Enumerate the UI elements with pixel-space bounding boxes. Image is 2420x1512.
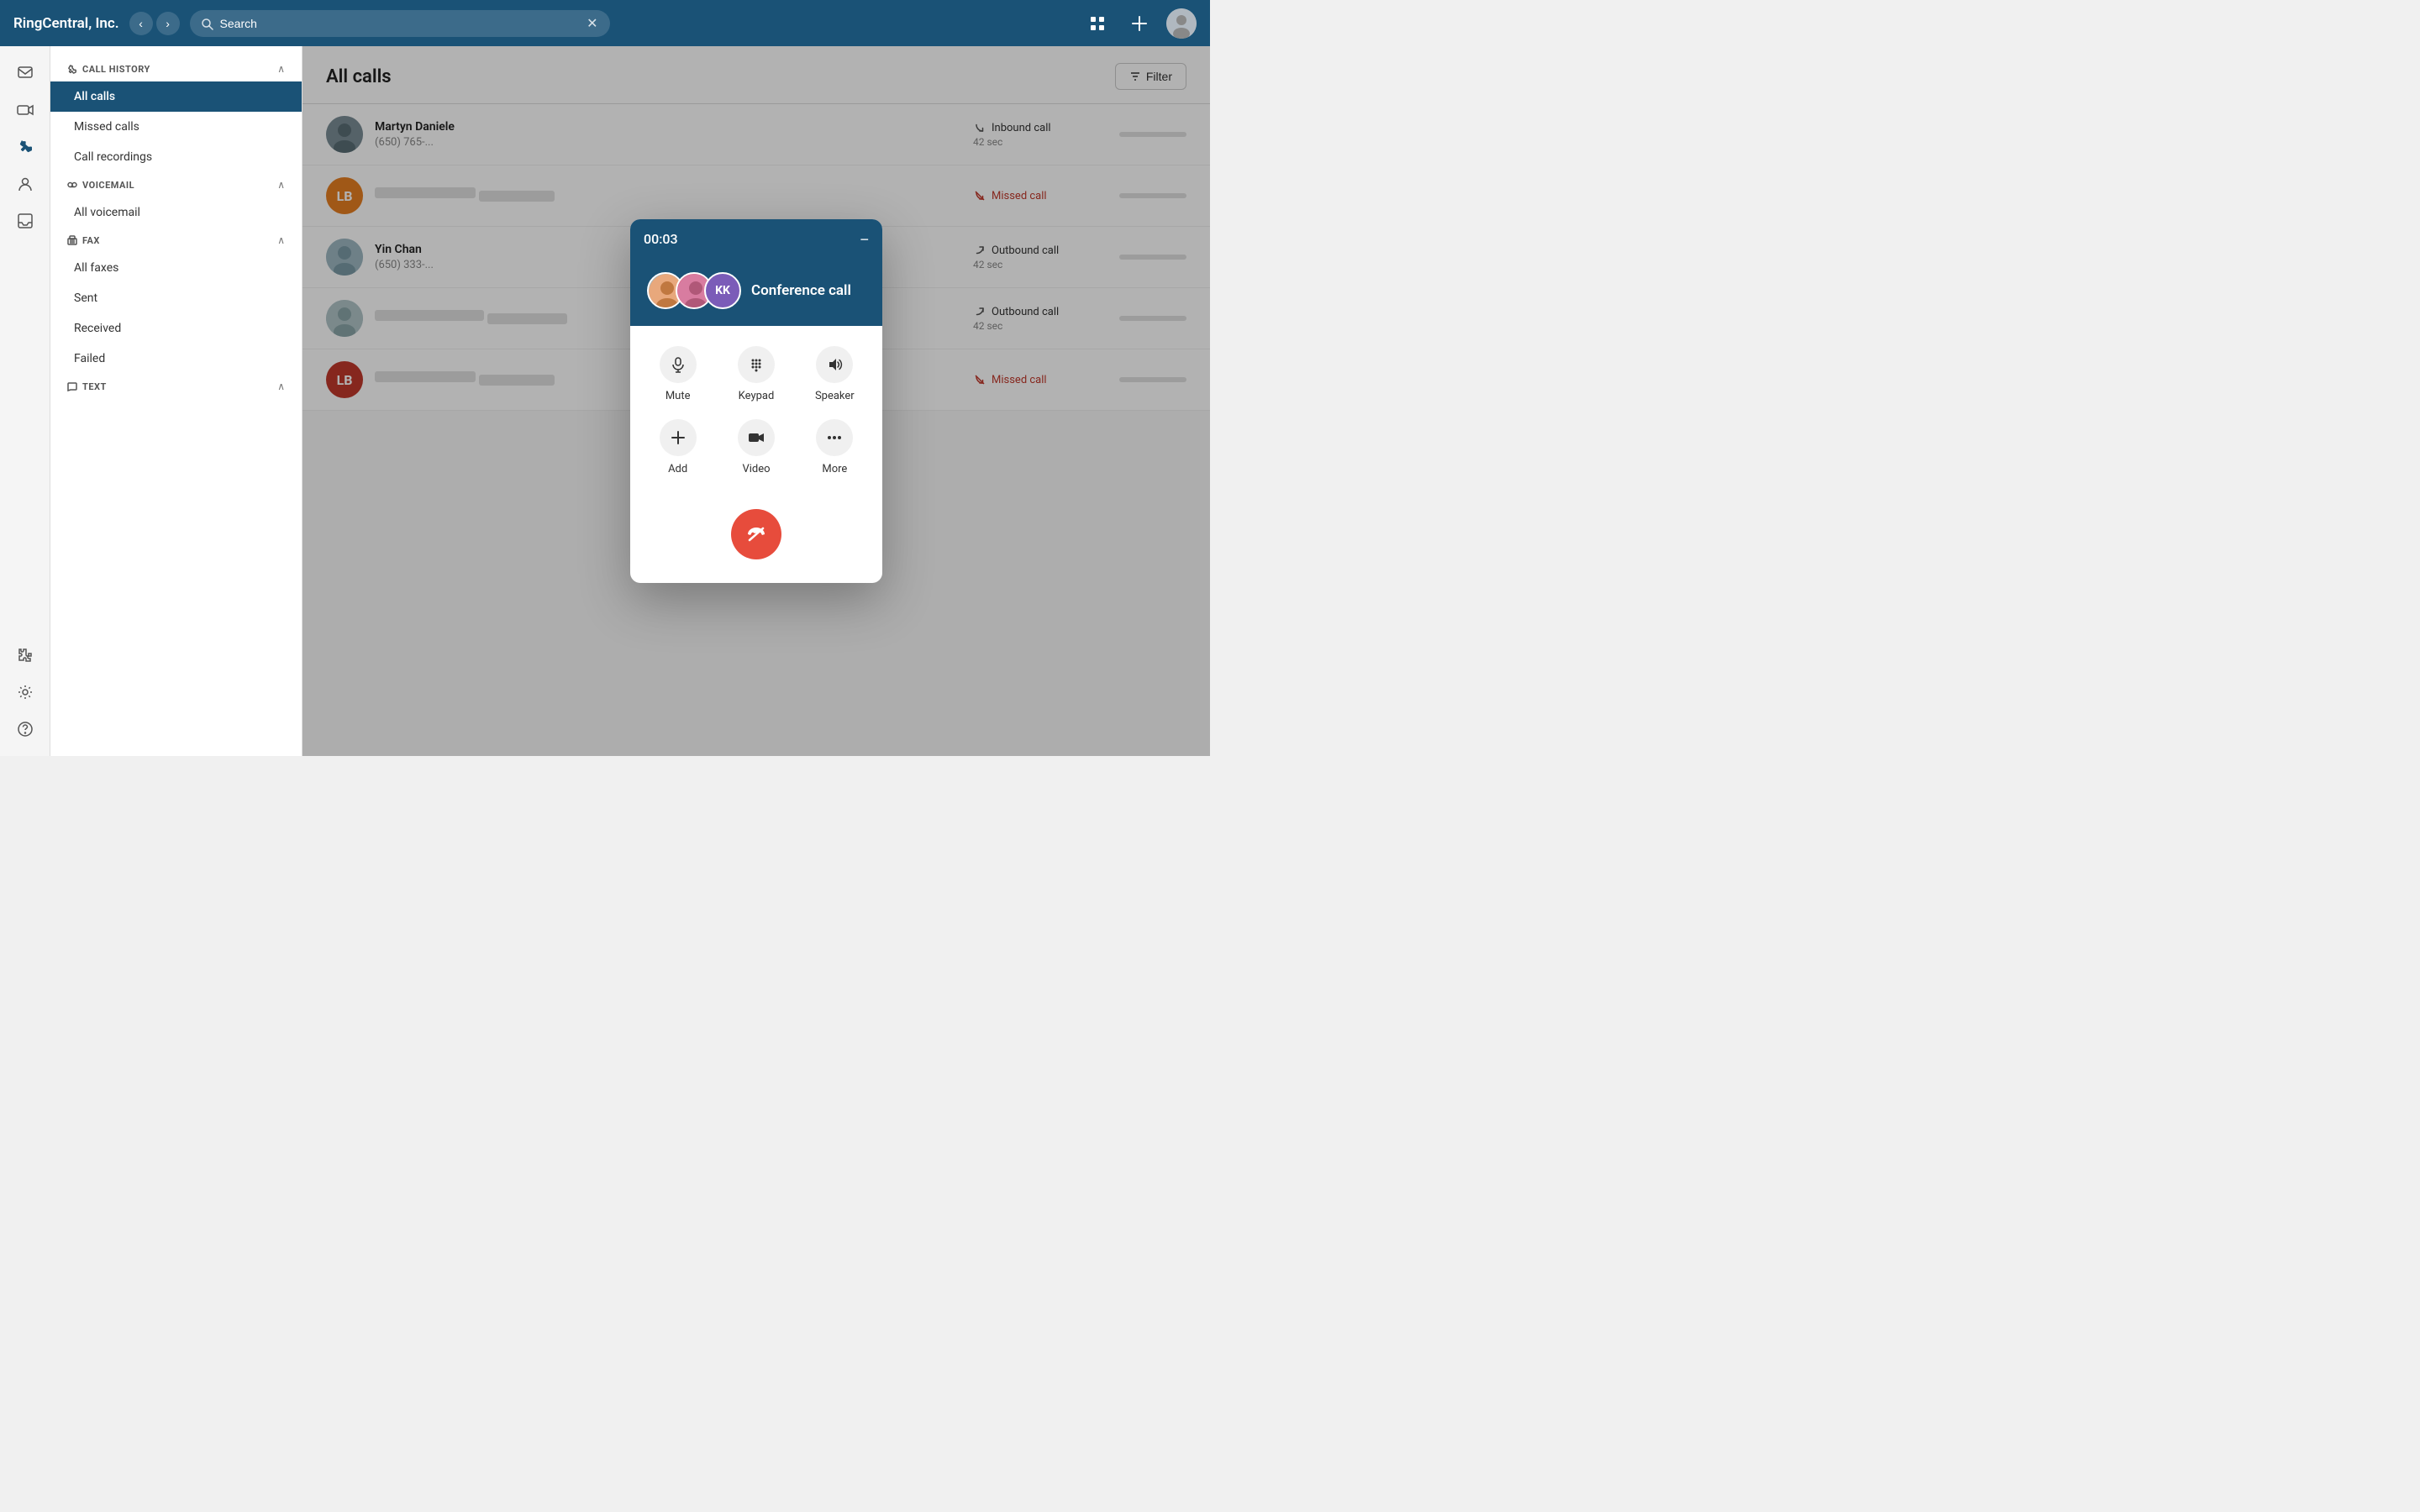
nav-item-missed-calls[interactable]: Missed calls bbox=[50, 112, 302, 142]
nav-item-failed[interactable]: Failed bbox=[50, 344, 302, 374]
user-avatar[interactable] bbox=[1166, 8, 1197, 39]
mic-icon bbox=[660, 346, 697, 383]
more-label: More bbox=[822, 463, 847, 475]
voicemail-toggle: ∧ bbox=[277, 179, 285, 191]
nav-item-all-calls[interactable]: All calls bbox=[50, 81, 302, 112]
sidebar-messages-icon[interactable] bbox=[8, 56, 42, 90]
nav-item-all-voicemail[interactable]: All voicemail bbox=[50, 197, 302, 228]
forward-button[interactable]: › bbox=[156, 12, 180, 35]
modal-overlay: 00:03 − bbox=[302, 46, 1210, 756]
mute-label: Mute bbox=[666, 390, 691, 402]
text-toggle: ∧ bbox=[277, 381, 285, 392]
nav-item-all-faxes[interactable]: All faxes bbox=[50, 253, 302, 283]
grid-icon-button[interactable] bbox=[1082, 8, 1113, 39]
fax-title: FAX bbox=[67, 235, 100, 246]
participant-avatars: KK bbox=[647, 272, 741, 309]
modal-header: 00:03 − bbox=[630, 219, 882, 259]
search-bar: ✕ bbox=[190, 10, 610, 37]
text-section-header[interactable]: TEXT ∧ bbox=[50, 374, 302, 399]
video-button[interactable]: Video bbox=[725, 419, 786, 475]
call-controls: Mute bbox=[630, 326, 882, 496]
call-participants: KK Conference call bbox=[630, 259, 882, 326]
main-content: All calls Filter Martyn Da bbox=[302, 46, 1210, 756]
minimize-button[interactable]: − bbox=[860, 232, 869, 247]
video-icon bbox=[738, 419, 775, 456]
nav-item-sent[interactable]: Sent bbox=[50, 283, 302, 313]
search-icon bbox=[202, 15, 213, 31]
speaker-icon bbox=[816, 346, 853, 383]
mute-button[interactable]: Mute bbox=[647, 346, 708, 402]
sidebar-inbox-icon[interactable] bbox=[8, 204, 42, 238]
main-layout: CALL HISTORY ∧ All calls Missed calls Ca… bbox=[0, 46, 1210, 756]
more-button[interactable]: More bbox=[804, 419, 865, 475]
voicemail-title: VOICEMAIL bbox=[67, 180, 134, 191]
left-panel: CALL HISTORY ∧ All calls Missed calls Ca… bbox=[50, 46, 302, 756]
call-history-toggle: ∧ bbox=[277, 63, 285, 75]
text-title: TEXT bbox=[67, 381, 107, 392]
topbar: RingCentral, Inc. ‹ › ✕ bbox=[0, 0, 1210, 46]
nav-buttons: ‹ › bbox=[129, 12, 180, 35]
add-icon bbox=[660, 419, 697, 456]
call-history-title: CALL HISTORY bbox=[67, 64, 150, 75]
speaker-button[interactable]: Speaker bbox=[804, 346, 865, 402]
add-label: Add bbox=[668, 463, 687, 475]
end-call-section bbox=[630, 496, 882, 583]
speaker-label: Speaker bbox=[815, 390, 855, 402]
keypad-icon bbox=[738, 346, 775, 383]
fax-section-header[interactable]: FAX ∧ bbox=[50, 228, 302, 253]
sidebar-contacts-icon[interactable] bbox=[8, 167, 42, 201]
topbar-right bbox=[1082, 8, 1197, 39]
icon-sidebar-bottom bbox=[8, 638, 42, 746]
participant-avatar-3: KK bbox=[704, 272, 741, 309]
video-label: Video bbox=[742, 463, 770, 475]
keypad-button[interactable]: Keypad bbox=[725, 346, 786, 402]
sidebar-video-icon[interactable] bbox=[8, 93, 42, 127]
search-input[interactable] bbox=[220, 17, 581, 30]
add-button[interactable] bbox=[1124, 8, 1155, 39]
icon-sidebar bbox=[0, 46, 50, 756]
more-icon bbox=[816, 419, 853, 456]
add-call-button[interactable]: Add bbox=[647, 419, 708, 475]
fax-toggle: ∧ bbox=[277, 234, 285, 246]
voicemail-section-header[interactable]: VOICEMAIL ∧ bbox=[50, 172, 302, 197]
back-button[interactable]: ‹ bbox=[129, 12, 153, 35]
sidebar-settings-icon[interactable] bbox=[8, 675, 42, 709]
app-logo: RingCentral, Inc. bbox=[13, 15, 119, 32]
call-history-section-header[interactable]: CALL HISTORY ∧ bbox=[50, 56, 302, 81]
sidebar-help-icon[interactable] bbox=[8, 712, 42, 746]
keypad-label: Keypad bbox=[739, 390, 775, 402]
sidebar-phone-icon[interactable] bbox=[8, 130, 42, 164]
end-call-button[interactable] bbox=[731, 509, 781, 559]
call-type-label: Conference call bbox=[751, 282, 851, 299]
call-timer: 00:03 bbox=[644, 231, 678, 247]
search-clear-button[interactable]: ✕ bbox=[587, 15, 597, 32]
conference-call-modal: 00:03 − bbox=[630, 219, 882, 583]
nav-item-call-recordings[interactable]: Call recordings bbox=[50, 142, 302, 172]
sidebar-puzzle-icon[interactable] bbox=[8, 638, 42, 672]
nav-item-received[interactable]: Received bbox=[50, 313, 302, 344]
